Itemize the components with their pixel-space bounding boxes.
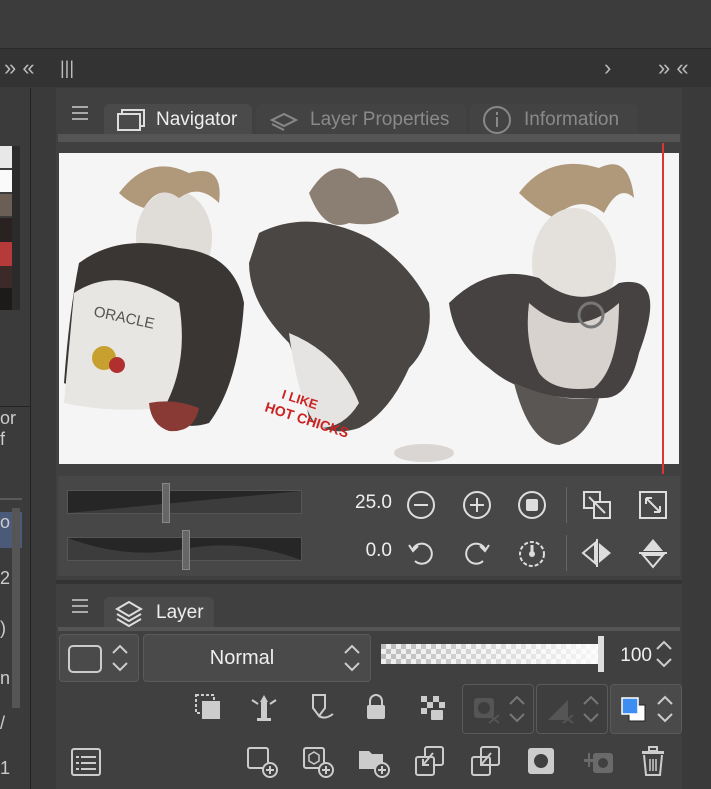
dock-bar: » « ||| › » « bbox=[0, 49, 711, 87]
lock-icon[interactable] bbox=[361, 692, 391, 722]
grip-icon[interactable]: ||| bbox=[60, 49, 74, 87]
navigator-icon bbox=[116, 108, 146, 132]
zoom-slider-shape bbox=[68, 491, 301, 513]
zoom-value: 25.0 bbox=[355, 492, 392, 513]
opacity-stepper-icon[interactable] bbox=[654, 637, 674, 671]
new-folder-icon[interactable] bbox=[357, 745, 391, 779]
list-scrollbar[interactable] bbox=[12, 508, 20, 708]
chevron-right-icon[interactable]: › bbox=[604, 49, 611, 87]
rotation-slider[interactable] bbox=[67, 530, 302, 570]
stepper-icon bbox=[581, 692, 601, 726]
divider bbox=[0, 498, 22, 500]
layer-color-selector[interactable] bbox=[59, 634, 139, 682]
mask-disabled-icon bbox=[471, 695, 501, 725]
layer-color-icon bbox=[619, 695, 649, 725]
reference-layer-icon[interactable] bbox=[249, 692, 279, 722]
color-swatch[interactable] bbox=[0, 170, 12, 192]
stepper-icon bbox=[342, 641, 362, 675]
color-swatch[interactable] bbox=[0, 146, 12, 168]
color-swatch[interactable] bbox=[0, 288, 12, 310]
artwork-illustration: ORACLE I LIKE HOT CHICKS bbox=[64, 163, 651, 462]
layer-list-view-icon[interactable] bbox=[70, 747, 102, 777]
layer-properties-icon bbox=[270, 108, 298, 132]
tab-layer[interactable]: Layer bbox=[104, 597, 214, 629]
combine-to-layer-below-icon[interactable] bbox=[469, 745, 503, 779]
lock-transparency-icon[interactable] bbox=[417, 692, 447, 722]
reset-zoom-icon[interactable] bbox=[516, 489, 548, 521]
reset-rotation-icon[interactable] bbox=[516, 537, 548, 569]
collapse-left-icon[interactable]: » « bbox=[4, 49, 35, 87]
color-swatch[interactable] bbox=[0, 266, 12, 288]
list-item[interactable]: / bbox=[0, 713, 22, 734]
tab-underline bbox=[58, 134, 680, 142]
zoom-slider[interactable] bbox=[67, 483, 302, 523]
clip-to-layer-below-icon[interactable] bbox=[193, 692, 223, 722]
tab-layer-label: Layer bbox=[156, 602, 204, 623]
trash-icon[interactable] bbox=[637, 745, 671, 779]
rotation-slider-handle[interactable] bbox=[182, 530, 190, 570]
color-swatch[interactable] bbox=[0, 242, 12, 266]
tab-underline bbox=[58, 627, 680, 631]
left-panel-strip: or f o 2 ) n / 1 bbox=[0, 88, 31, 789]
list-item[interactable]: 1 bbox=[0, 758, 22, 779]
blend-mode-value: Normal bbox=[209, 647, 275, 669]
opacity-checker bbox=[381, 644, 603, 664]
opacity-slider-handle[interactable] bbox=[598, 636, 604, 672]
collapse-right-icon[interactable]: » « bbox=[658, 49, 689, 87]
rotation-value: 0.0 bbox=[365, 540, 392, 561]
info-icon bbox=[482, 105, 512, 135]
rotate-left-icon[interactable] bbox=[405, 537, 437, 569]
layer-color-button[interactable] bbox=[610, 684, 682, 734]
divider bbox=[0, 406, 30, 407]
guide-line bbox=[662, 143, 664, 474]
tab-information[interactable]: Information bbox=[470, 104, 638, 136]
color-swatch[interactable] bbox=[0, 218, 12, 242]
zoom-out-icon[interactable] bbox=[405, 489, 437, 521]
fit-to-window-icon[interactable] bbox=[581, 489, 613, 521]
zoom-in-icon[interactable] bbox=[461, 489, 493, 521]
swatch-scrollbar[interactable] bbox=[12, 146, 20, 310]
layer-color-swatch bbox=[68, 645, 102, 673]
navigator-canvas-preview[interactable]: ORACLE I LIKE HOT CHICKS bbox=[59, 153, 679, 464]
ruler-disabled-icon bbox=[545, 695, 575, 725]
apply-mask-icon[interactable] bbox=[581, 745, 615, 779]
title-bar bbox=[0, 0, 711, 49]
panel-separator bbox=[56, 580, 682, 584]
stepper-icon bbox=[655, 692, 675, 726]
new-raster-layer-icon[interactable] bbox=[245, 745, 279, 779]
tab-layer-properties[interactable]: Layer Properties bbox=[256, 104, 466, 136]
stepper-icon bbox=[507, 692, 527, 726]
tab-navigator[interactable]: Navigator bbox=[104, 104, 252, 136]
rotate-right-icon[interactable] bbox=[461, 537, 493, 569]
flip-horizontal-icon[interactable] bbox=[581, 537, 613, 569]
mask-enable-button[interactable] bbox=[462, 684, 534, 734]
layer-panel-menu-icon[interactable] bbox=[72, 599, 90, 613]
tab-navigator-label: Navigator bbox=[156, 109, 238, 130]
actual-size-icon[interactable] bbox=[637, 489, 669, 521]
divider bbox=[566, 535, 567, 571]
color-swatch[interactable] bbox=[0, 194, 12, 216]
blend-mode-select[interactable]: Normal bbox=[143, 634, 371, 682]
partial-label: or f bbox=[0, 408, 17, 449]
draft-layer-icon[interactable] bbox=[305, 692, 335, 722]
ruler-enable-button[interactable] bbox=[536, 684, 608, 734]
layer-icon bbox=[114, 599, 144, 627]
create-layer-mask-icon[interactable] bbox=[525, 745, 559, 779]
flip-vertical-icon[interactable] bbox=[637, 537, 669, 569]
tab-layer-properties-label: Layer Properties bbox=[310, 109, 450, 130]
new-3d-layer-icon[interactable] bbox=[301, 745, 335, 779]
stepper-icon bbox=[110, 641, 130, 675]
transfer-to-lower-layer-icon[interactable] bbox=[413, 745, 447, 779]
divider bbox=[566, 487, 567, 523]
tab-information-label: Information bbox=[524, 109, 620, 130]
zoom-slider-handle[interactable] bbox=[162, 483, 170, 523]
opacity-slider[interactable] bbox=[381, 644, 603, 664]
panel-menu-icon[interactable] bbox=[72, 106, 90, 120]
opacity-value: 100 bbox=[620, 645, 652, 666]
